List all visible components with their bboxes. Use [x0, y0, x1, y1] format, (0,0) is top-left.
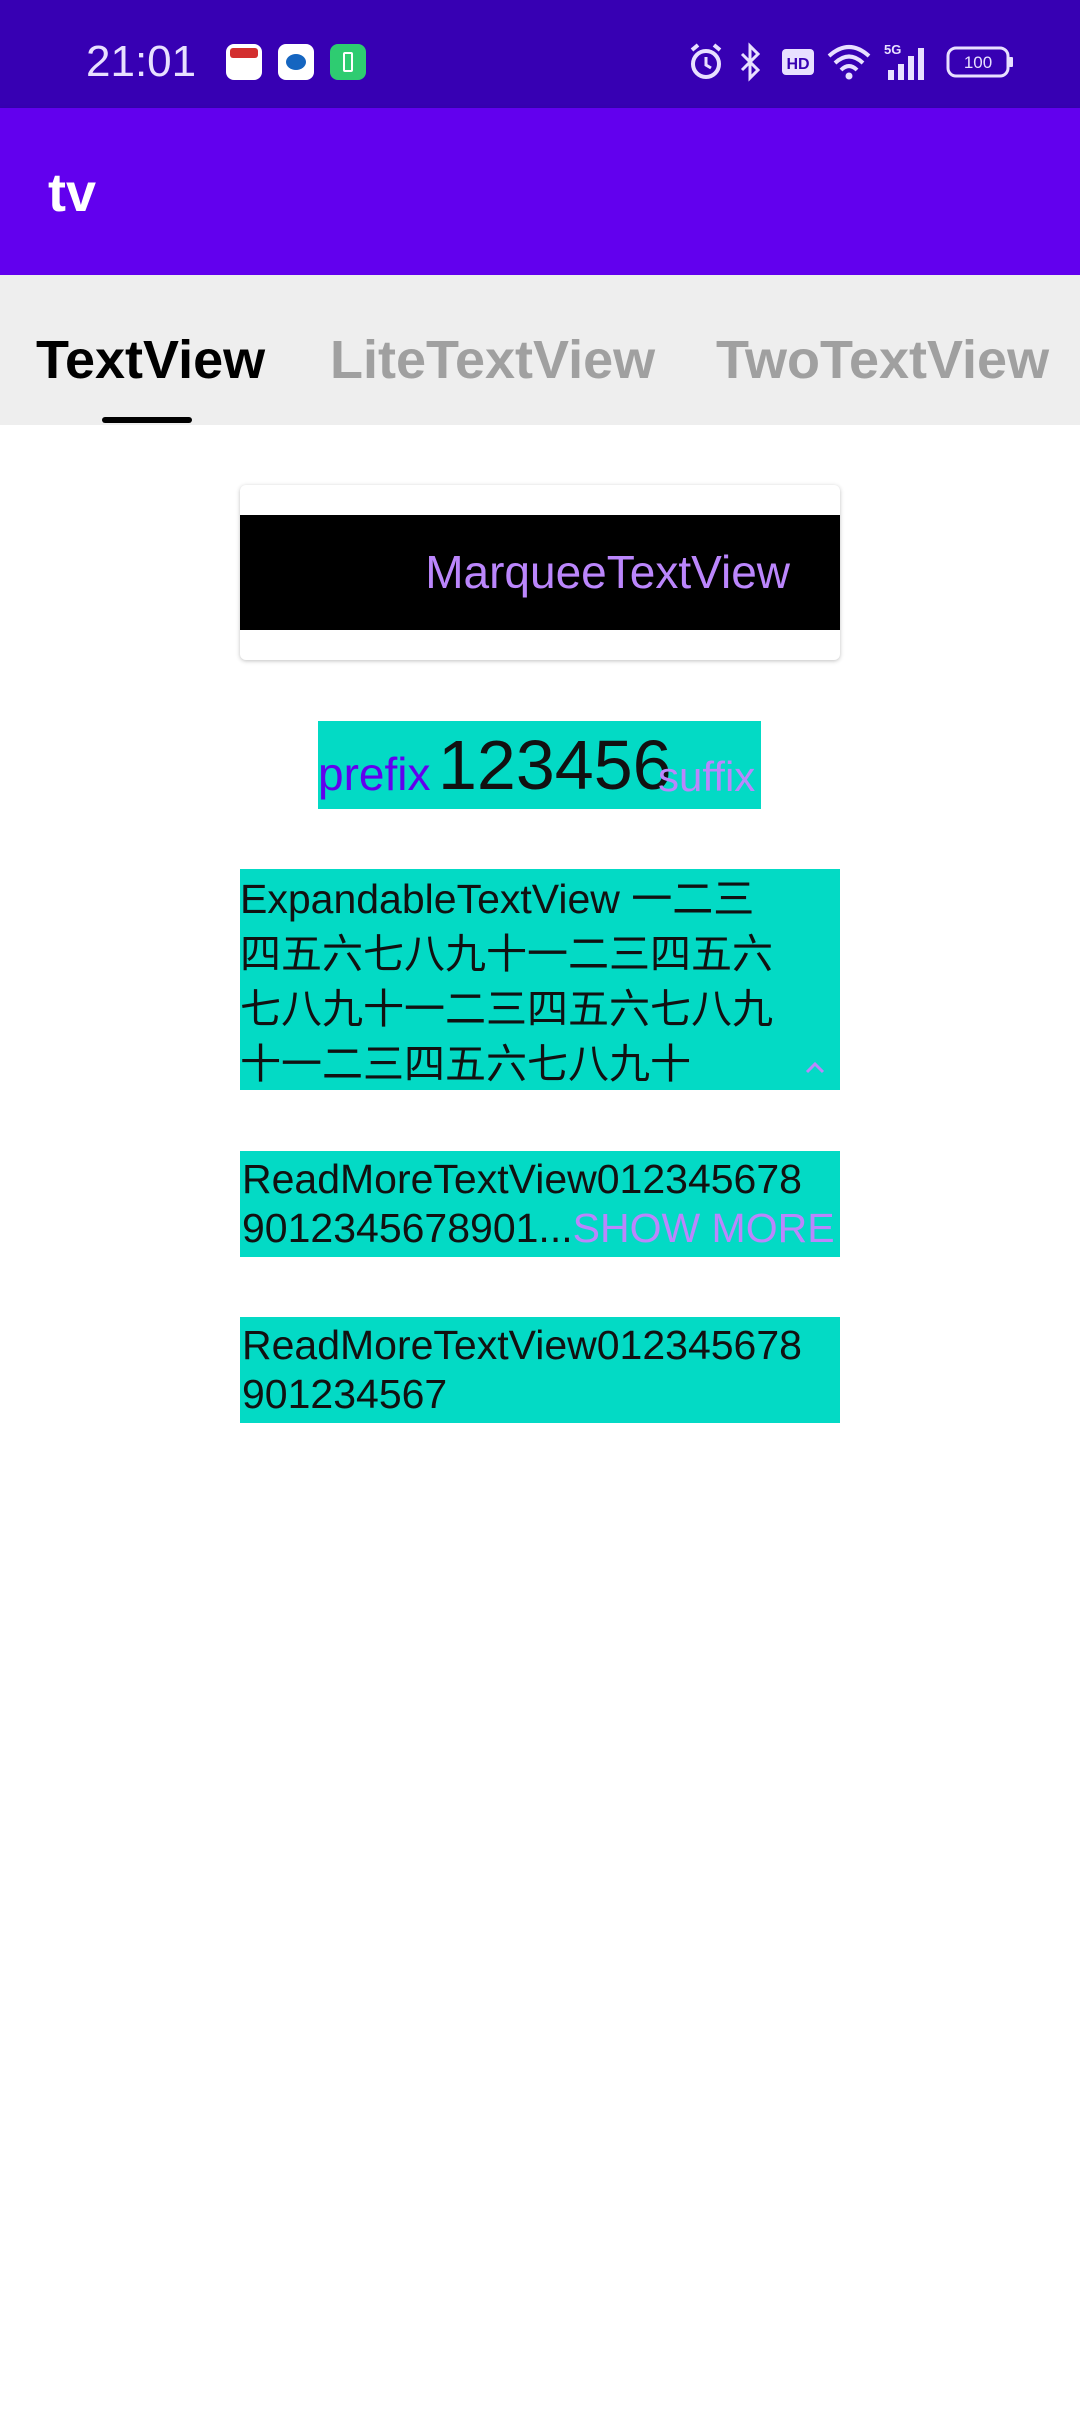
hd-icon: HD — [782, 49, 814, 75]
battery-icon: 100 — [946, 46, 1013, 78]
calendar-app-icon — [226, 44, 262, 80]
tab-litetextview[interactable]: LiteTextView — [330, 275, 655, 425]
readmore-line: 901234567 — [242, 1371, 448, 1417]
marquee-card: MarqueeTextView — [240, 485, 840, 660]
tab-indicator — [102, 417, 192, 423]
expandable-line: ExpandableTextView 一二三 — [240, 876, 755, 922]
readmore-truncated-text: 9012345678901... — [242, 1205, 573, 1251]
readmore-line: ReadMoreTextView012345678 — [242, 1156, 802, 1202]
expandable-textview[interactable]: ExpandableTextView 一二三 四五六七八九十一二三四五六 七八九… — [240, 869, 840, 1090]
status-time: 21:01 — [86, 37, 197, 86]
marquee-text: MarqueeTextView — [240, 515, 840, 630]
app-title: tv — [48, 163, 97, 223]
tab-twotextview[interactable]: TwoTextView — [716, 275, 1049, 425]
alarm-icon — [690, 43, 722, 79]
status-bar: 21:01 HD 5G 100 — [0, 0, 1080, 108]
readmore-line: 9012345678901...SHOW MORE — [242, 1204, 835, 1253]
battery-level: 100 — [964, 53, 992, 72]
tab-bar: TextView LiteTextView TwoTextView — [0, 275, 1080, 425]
readmore-textview-full: ReadMoreTextView012345678 901234567 — [240, 1317, 840, 1423]
show-more-link[interactable]: SHOW MORE — [573, 1205, 835, 1251]
wifi-icon — [827, 45, 871, 80]
bird-app-icon — [278, 44, 314, 80]
suffix-label: suffix — [658, 753, 756, 800]
5g-signal-icon: 5G — [884, 42, 924, 80]
number-value: 123456 — [438, 726, 672, 804]
bluetooth-icon — [740, 42, 761, 82]
readmore-textview-collapsed: ReadMoreTextView012345678 9012345678901.… — [240, 1151, 840, 1257]
chevron-up-icon[interactable] — [802, 1055, 828, 1081]
prefix-label: prefix — [318, 748, 431, 800]
app-bar: tv — [0, 108, 1080, 275]
readmore-line: ReadMoreTextView012345678 — [242, 1322, 802, 1368]
network-label: 5G — [884, 42, 901, 57]
expandable-line: 七八九十一二三四五六七八九 — [240, 986, 773, 1032]
prefix-suffix-textview: prefix 123456 suffix — [318, 721, 761, 809]
hd-label: HD — [786, 56, 809, 73]
tab-textview[interactable]: TextView — [36, 275, 265, 425]
battery-saver-app-icon — [330, 44, 366, 80]
expandable-line: 四五六七八九十一二三四五六 — [240, 931, 773, 977]
expandable-line: 十一二三四五六七八九十 — [240, 1041, 691, 1087]
